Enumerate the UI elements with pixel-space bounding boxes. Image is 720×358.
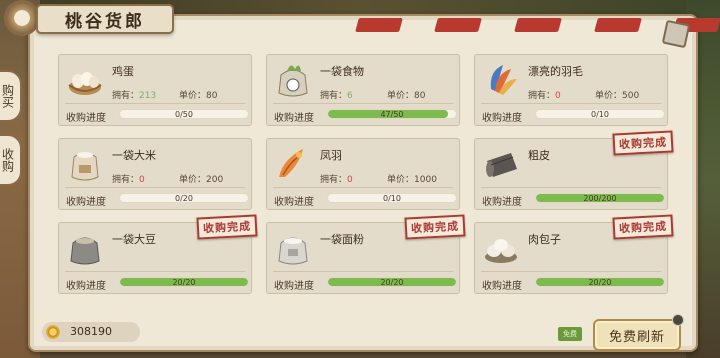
complete-stamp: 收购完成: [196, 214, 258, 240]
progress-bar: 0/10: [535, 109, 665, 119]
item-card[interactable]: 一袋面粉 收购进度 20/20 收购完成: [266, 214, 466, 294]
item-card[interactable]: 肉包子 收购进度 20/20 收购完成: [474, 214, 674, 294]
progress-bar: 20/20: [327, 277, 457, 287]
unit-price: 单价：80: [387, 91, 426, 101]
progress-label: 收购进度: [274, 197, 314, 208]
unit-price: 单价：1000: [387, 175, 437, 185]
owned-count: 拥有：6: [320, 91, 353, 101]
complete-stamp: 收购完成: [612, 130, 674, 156]
owned-count: 拥有：0: [320, 175, 353, 185]
item-name: 凤羽: [320, 149, 342, 162]
item-name: 肉包子: [528, 233, 561, 246]
progress-bar: 0/10: [327, 193, 457, 203]
item-name: 一袋食物: [320, 65, 364, 78]
phoenix-feather-icon: [279, 149, 303, 177]
item-name: 漂亮的羽毛: [528, 65, 583, 78]
side-tab-buy[interactable]: 购买: [0, 70, 22, 122]
refresh-indicator-icon: [672, 314, 684, 326]
item-name: 鸡蛋: [112, 65, 134, 78]
progress-label: 收购进度: [274, 113, 314, 124]
progress-label: 收购进度: [482, 281, 522, 292]
progress-bar: 0/20: [119, 193, 249, 203]
food-bag-icon: [278, 65, 308, 97]
progress-label: 收购进度: [482, 113, 522, 124]
owned-count: 拥有：0: [112, 175, 145, 185]
item-name: 一袋大米: [112, 149, 156, 162]
complete-stamp: 收购完成: [404, 214, 466, 240]
item-card[interactable]: 一袋大豆 收购进度 20/20 收购完成: [58, 214, 258, 294]
shop-panel: 鸡蛋 拥有：213 单价：80 收购进度 0/50 一袋食物 拥有：6 单价：8…: [28, 14, 720, 352]
page-title: 桃谷货郎: [36, 4, 174, 34]
feather-bundle-icon: [490, 65, 517, 95]
progress-bar: 47/50: [327, 109, 457, 119]
item-card[interactable]: 漂亮的羽毛 拥有：0 单价：500 收购进度 0/10: [474, 54, 668, 126]
item-card[interactable]: 鸡蛋 拥有：213 单价：80 收购进度 0/50: [58, 54, 252, 126]
unit-price: 单价：500: [595, 91, 640, 101]
free-tag: 免费: [558, 327, 582, 341]
progress-label: 收购进度: [274, 281, 314, 292]
owned-count: 拥有：0: [528, 91, 561, 101]
item-name: 一袋面粉: [320, 233, 364, 246]
progress-bar: 20/20: [119, 277, 249, 287]
item-card[interactable]: 一袋食物 拥有：6 单价：80 收购进度 47/50: [266, 54, 460, 126]
complete-stamp: 收购完成: [612, 214, 674, 240]
free-refresh-button[interactable]: 免费刷新: [593, 319, 681, 351]
progress-label: 收购进度: [66, 113, 106, 124]
soybean-sack-icon: [70, 237, 100, 265]
egg-basket-icon: [68, 72, 102, 95]
progress-bar: 20/20: [535, 277, 665, 287]
coin-icon: [46, 325, 60, 339]
item-name: 粗皮: [528, 149, 550, 162]
progress-bar: 0/50: [119, 109, 249, 119]
item-card[interactable]: 凤羽 拥有：0 单价：1000 收购进度 0/10: [266, 138, 460, 210]
progress-label: 收购进度: [66, 197, 106, 208]
progress-label: 收购进度: [482, 197, 522, 208]
leather-roll-icon: [486, 153, 517, 177]
rice-sack-icon: [71, 152, 99, 181]
item-card[interactable]: 粗皮 收购进度 200/200 收购完成: [474, 130, 674, 210]
item-name: 一袋大豆: [112, 233, 156, 246]
steamed-bun-icon: [485, 239, 517, 263]
knot-ornament-icon: [4, 0, 40, 36]
coin-amount: 308190: [70, 325, 112, 338]
owned-count: 拥有：213: [112, 91, 157, 101]
progress-label: 收购进度: [66, 281, 106, 292]
coin-balance: 308190: [42, 322, 140, 342]
close-icon[interactable]: [661, 19, 691, 49]
progress-bar: 200/200: [535, 193, 665, 203]
flour-sack-icon: [278, 237, 308, 265]
unit-price: 单价：200: [179, 175, 224, 185]
side-tab-acquire[interactable]: 收购: [0, 134, 22, 186]
unit-price: 单价：80: [179, 91, 218, 101]
item-card[interactable]: 一袋大米 拥有：0 单价：200 收购进度 0/20: [58, 138, 252, 210]
